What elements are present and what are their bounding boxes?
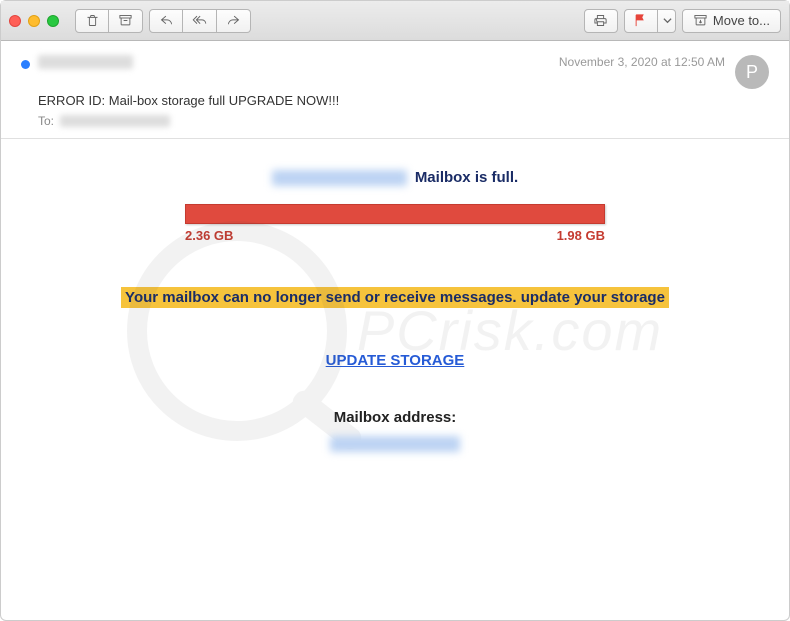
message-body: PCrisk.com Mailbox is full. 2.36 GB 1.98… [1, 139, 789, 482]
to-recipient [60, 115, 170, 127]
forward-button[interactable] [217, 9, 251, 33]
to-label: To: [38, 114, 54, 128]
window-toolbar: Move to... [1, 1, 789, 41]
reply-all-button[interactable] [183, 9, 217, 33]
close-window-button[interactable] [9, 15, 21, 27]
warning-banner: Your mailbox can no longer send or recei… [121, 287, 669, 308]
message-header: November 3, 2020 at 12:50 AM P ERROR ID:… [1, 41, 789, 139]
flag-menu-button[interactable] [658, 9, 676, 33]
minimize-window-button[interactable] [28, 15, 40, 27]
zoom-window-button[interactable] [47, 15, 59, 27]
mailbox-address-label: Mailbox address: [41, 409, 749, 426]
unread-dot-icon [21, 60, 30, 69]
sender-name [38, 55, 133, 69]
storage-bar-fill [185, 204, 605, 224]
move-to-button[interactable]: Move to... [682, 9, 781, 33]
mailbox-address-value [330, 436, 460, 452]
message-subject: ERROR ID: Mail-box storage full UPGRADE … [38, 93, 769, 108]
mailbox-full-text: Mailbox is full. [415, 169, 518, 186]
sender-avatar: P [735, 55, 769, 89]
flag-button[interactable] [624, 9, 658, 33]
message-date: November 3, 2020 at 12:50 AM [559, 55, 725, 69]
update-storage-link[interactable]: UPDATE STORAGE [326, 352, 465, 369]
storage-bar: 2.36 GB 1.98 GB [185, 204, 605, 243]
storage-used-label: 2.36 GB [185, 228, 233, 243]
storage-total-label: 1.98 GB [557, 228, 605, 243]
archive-button[interactable] [109, 9, 143, 33]
window-controls [9, 15, 59, 27]
move-to-label: Move to... [713, 13, 770, 28]
mailbox-full-title: Mailbox is full. [41, 169, 749, 186]
reply-button[interactable] [149, 9, 183, 33]
trash-button[interactable] [75, 9, 109, 33]
mailbox-email-redacted [272, 170, 407, 186]
print-button[interactable] [584, 9, 618, 33]
